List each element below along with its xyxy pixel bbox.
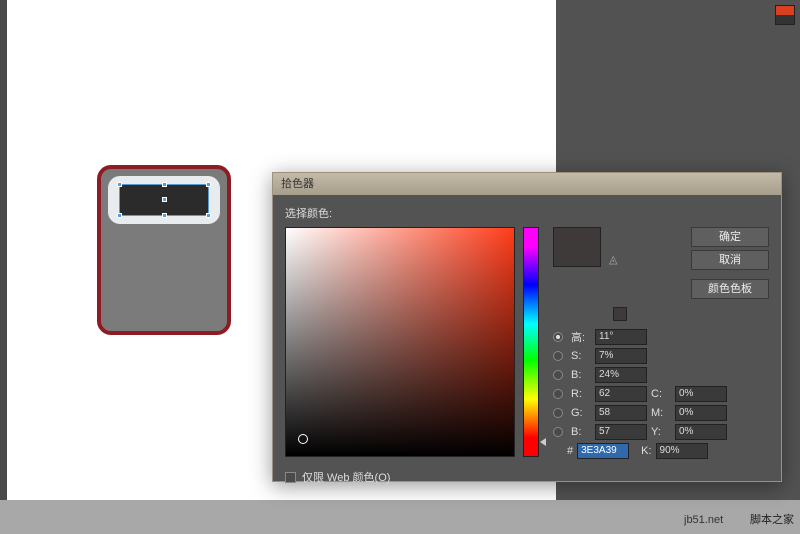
m-input[interactable]: 0% [675, 405, 727, 421]
s-input[interactable]: 7% [595, 348, 647, 364]
resize-handle[interactable] [117, 213, 122, 218]
cube-icon[interactable]: ◬ [609, 253, 621, 265]
h-input[interactable]: 11° [595, 329, 647, 345]
hex-label: # [567, 445, 573, 457]
radio-b[interactable] [553, 370, 563, 380]
m-label: M: [651, 407, 671, 419]
k-input[interactable]: 90% [656, 443, 708, 459]
web-only-label: 仅限 Web 颜色(O) [302, 469, 390, 485]
k-label: K: [641, 445, 651, 457]
c-input[interactable]: 0% [675, 386, 727, 402]
color-picker-dialog: 拾色器 选择颜色: ◬ 确定 取消 颜色色板 [272, 172, 782, 482]
web-only-checkbox[interactable] [285, 472, 296, 483]
b-input[interactable]: 24% [595, 367, 647, 383]
bb-label: B: [571, 426, 591, 438]
logo-icon: jb51.net [684, 510, 744, 528]
cancel-button[interactable]: 取消 [691, 250, 769, 270]
center-handle[interactable] [162, 197, 167, 202]
hue-pointer[interactable] [540, 438, 546, 446]
resize-handle[interactable] [162, 182, 167, 187]
r-input[interactable]: 62 [595, 386, 647, 402]
h-label: 高: [571, 329, 591, 345]
saturation-value-field[interactable] [285, 227, 515, 457]
artboard-rounded-rect[interactable] [97, 165, 231, 335]
select-color-label: 选择颜色: [285, 205, 769, 221]
out-of-gamut-swatch[interactable] [613, 307, 627, 321]
radio-s[interactable] [553, 351, 563, 361]
c-label: C: [651, 388, 671, 400]
resize-handle[interactable] [162, 213, 167, 218]
ok-button[interactable]: 确定 [691, 227, 769, 247]
pill-shape [108, 176, 220, 224]
footer-text: 脚本之家 [750, 511, 794, 527]
left-panel-edge [0, 0, 7, 500]
y-label: Y: [651, 426, 671, 438]
hue-slider[interactable] [523, 227, 539, 457]
hex-input[interactable]: 3E3A39 [577, 443, 629, 459]
g-input[interactable]: 58 [595, 405, 647, 421]
b-label: B: [571, 369, 591, 381]
svg-text:jb51.net: jb51.net [684, 514, 723, 526]
s-label: S: [571, 350, 591, 362]
sv-cursor[interactable] [298, 434, 308, 444]
radio-bb[interactable] [553, 427, 563, 437]
resize-handle[interactable] [117, 182, 122, 187]
g-label: G: [571, 407, 591, 419]
bb-input[interactable]: 57 [595, 424, 647, 440]
y-input[interactable]: 0% [675, 424, 727, 440]
color-preview[interactable] [553, 227, 601, 267]
radio-h[interactable] [553, 332, 563, 342]
r-label: R: [571, 388, 591, 400]
resize-handle[interactable] [206, 182, 211, 187]
resize-handle[interactable] [206, 213, 211, 218]
toolbar-color-swatch[interactable] [775, 5, 795, 25]
swatches-button[interactable]: 颜色色板 [691, 279, 769, 299]
footer-watermark: jb51.net 脚本之家 [684, 510, 794, 528]
bottom-bar [0, 500, 800, 534]
dialog-titlebar[interactable]: 拾色器 [273, 173, 781, 195]
selected-inner-rect[interactable] [119, 184, 209, 216]
radio-r[interactable] [553, 389, 563, 399]
radio-g[interactable] [553, 408, 563, 418]
